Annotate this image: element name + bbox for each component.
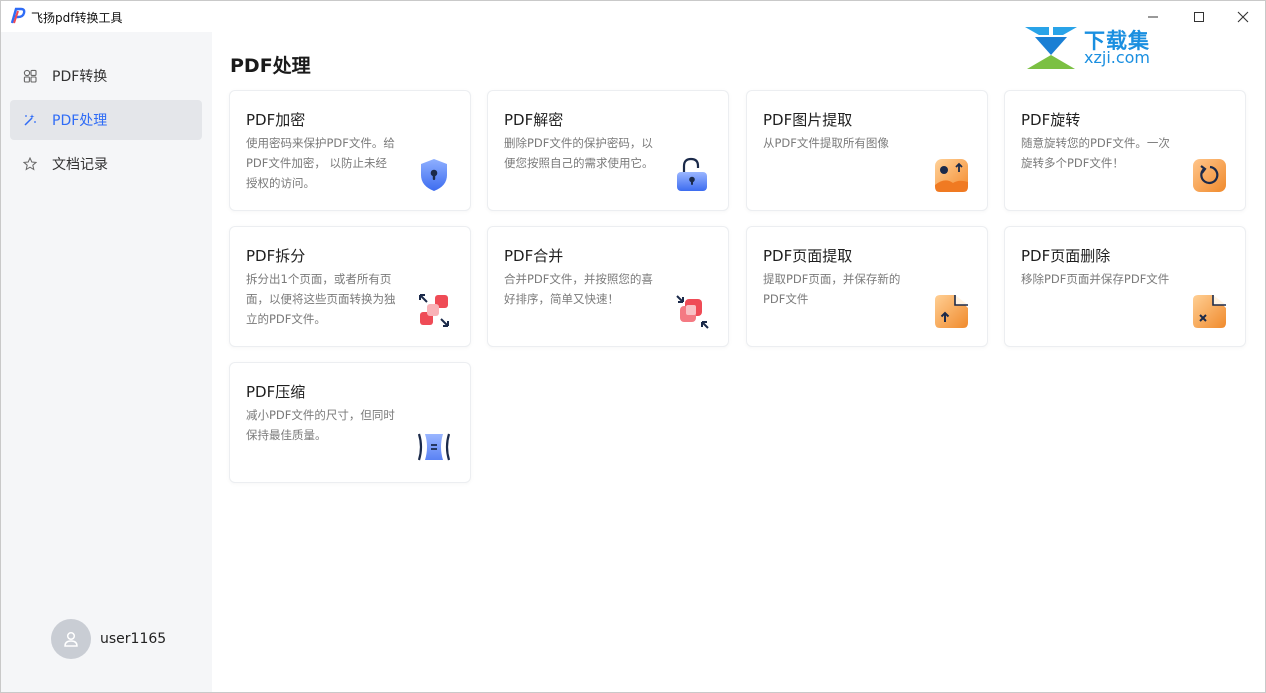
card-title: PDF页面删除 (1021, 247, 1111, 265)
page-title: PDF处理 (230, 55, 311, 77)
sidebar-item-label: PDF转换 (52, 69, 108, 85)
sidebar-item-label: PDF处理 (52, 113, 108, 129)
close-icon (1237, 11, 1249, 22)
minimize-icon (1148, 16, 1158, 17)
avatar[interactable] (51, 619, 91, 659)
user-profile[interactable]: user1165 (51, 619, 166, 659)
card-desc: 删除PDF文件的保护密码，以便您按照自己的需求使用它。 (504, 136, 654, 170)
page-extract-icon (935, 295, 968, 328)
card-desc: 合并PDF文件，并按照您的喜好排序，简单又快速！ (504, 272, 653, 306)
sidebar-item-label: 文档记录 (52, 157, 108, 173)
card-pdf-decrypt[interactable]: PDF解密 删除PDF文件的保护密码，以便您按照自己的需求使用它。 (487, 90, 729, 211)
card-title: PDF解密 (504, 111, 564, 129)
card-title: PDF拆分 (246, 247, 306, 265)
app-window: 飞扬pdf转换工具 PDF转换 PDF处理 文档记录 user1165 下载集 … (0, 0, 1266, 693)
card-desc: 使用密码来保护PDF文件。给PDF文件加密， 以防止未经授权的访问。 (246, 136, 395, 190)
card-desc: 随意旋转您的PDF文件。一次旋转多个PDF文件！ (1021, 136, 1170, 170)
card-pdf-image-extract[interactable]: PDF图片提取 从PDF文件提取所有图像 (746, 90, 988, 211)
card-desc: 减小PDF文件的尺寸，但同时保持最佳质量。 (246, 408, 395, 442)
card-title: PDF合并 (504, 247, 564, 265)
page-delete-icon (1193, 295, 1226, 328)
card-pdf-merge[interactable]: PDF合并 合并PDF文件，并按照您的喜好排序，简单又快速！ (487, 226, 729, 347)
layers-icon (22, 68, 38, 84)
maximize-icon (1194, 11, 1204, 22)
split-icon (419, 294, 449, 327)
card-desc: 从PDF文件提取所有图像 (763, 136, 889, 150)
shield-lock-icon (421, 159, 447, 191)
app-title: 飞扬pdf转换工具 (31, 11, 123, 25)
card-pdf-encrypt[interactable]: PDF加密 使用密码来保护PDF文件。给PDF文件加密， 以防止未经授权的访问。 (229, 90, 471, 211)
image-extract-icon (935, 159, 968, 192)
close-button[interactable] (1220, 1, 1265, 32)
username: user1165 (100, 631, 167, 647)
watermark-logo: 下载集 xzji.com (1023, 25, 1168, 71)
card-title: PDF页面提取 (763, 247, 853, 265)
merge-icon (676, 295, 709, 329)
compress-icon (417, 433, 451, 461)
sidebar: PDF转换 PDF处理 文档记录 user1165 (1, 32, 212, 692)
card-title: PDF图片提取 (763, 111, 853, 129)
sidebar-item-pdf-process[interactable]: PDF处理 (10, 100, 202, 140)
card-desc: 提取PDF页面，并保存新的PDF文件 (763, 272, 901, 306)
user-icon (64, 631, 78, 647)
card-title: PDF旋转 (1021, 111, 1081, 129)
rotate-icon (1193, 159, 1226, 192)
star-icon (22, 156, 38, 172)
sidebar-item-doc-records[interactable]: 文档记录 (10, 144, 202, 184)
card-desc: 拆分出1个页面，或者所有页面，以便将这些页面转换为独立的PDF文件。 (246, 272, 396, 326)
card-pdf-rotate[interactable]: PDF旋转 随意旋转您的PDF文件。一次旋转多个PDF文件！ (1004, 90, 1246, 211)
card-pdf-page-delete[interactable]: PDF页面删除 移除PDF页面并保存PDF文件 (1004, 226, 1246, 347)
card-pdf-split[interactable]: PDF拆分 拆分出1个页面，或者所有页面，以便将这些页面转换为独立的PDF文件。 (229, 226, 471, 347)
app-logo-icon (10, 7, 26, 24)
card-title: PDF加密 (246, 111, 306, 129)
card-pdf-compress[interactable]: PDF压缩 减小PDF文件的尺寸，但同时保持最佳质量。 (229, 362, 471, 483)
card-title: PDF压缩 (246, 383, 306, 401)
sidebar-item-pdf-convert[interactable]: PDF转换 (10, 56, 202, 96)
maximize-button[interactable] (1176, 1, 1222, 32)
card-desc: 移除PDF页面并保存PDF文件 (1021, 272, 1170, 286)
card-pdf-page-extract[interactable]: PDF页面提取 提取PDF页面，并保存新的PDF文件 (746, 226, 988, 347)
unlock-icon (677, 157, 707, 191)
watermark-arrow-icon (1025, 27, 1077, 69)
magic-wand-icon (22, 112, 38, 128)
watermark-text-en: xzji.com (1084, 48, 1151, 67)
